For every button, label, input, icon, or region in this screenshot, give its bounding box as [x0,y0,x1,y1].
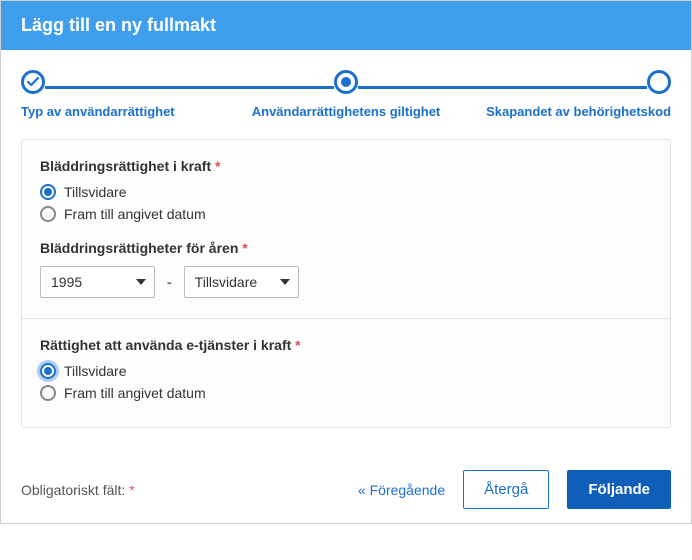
mandatory-field-note: Obligatoriskt fält: * [21,482,358,498]
section-title: Rättighet att använda e-tjänster i kraft… [40,337,652,353]
dialog-header: Lägg till en ny fullmakt [1,1,691,50]
radio-label: Fram till angivet datum [64,206,206,222]
mandatory-label-text: Obligatoriskt fält: [21,482,125,498]
previous-link[interactable]: « Föregående [358,482,445,498]
dialog-title: Lägg till en ny fullmakt [21,15,216,35]
step-3 [647,70,671,94]
year-range-row: 1995 - Tillsvidare [40,266,652,298]
radio-icon [40,385,56,401]
select-value: Tillsvidare [195,274,258,290]
footer-actions: « Föregående Återgå Följande [358,470,671,509]
step-2-label: Användarrättighetens giltighet [238,104,455,119]
stepper-connector [358,86,647,89]
radio-option-until-date[interactable]: Fram till angivet datum [40,385,652,401]
step-3-label: Skapandet av behörighetskod [454,104,671,119]
radio-icon [40,184,56,200]
from-year-select[interactable]: 1995 [40,266,155,298]
radio-label: Fram till angivet datum [64,385,206,401]
chevrons-left-icon: « [358,482,366,498]
step-current-icon [334,70,358,94]
section-title-text: Bläddringsrättighet i kraft [40,158,211,174]
required-mark: * [242,240,247,256]
radio-option-until-further[interactable]: Tillsvidare [40,363,652,379]
required-mark: * [215,158,220,174]
required-mark: * [295,337,300,353]
dialog: Lägg till en ny fullmakt Typ av användar… [0,0,692,524]
step-1 [21,70,45,94]
to-year-select[interactable]: Tillsvidare [184,266,299,298]
caret-down-icon [136,279,146,285]
section-title: Bläddringsrättighet i kraft * [40,158,652,174]
step-upcoming-icon [647,70,671,94]
radio-icon [40,363,56,379]
step-completed-icon [21,70,45,94]
section-eservices-validity: Rättighet att använda e-tjänster i kraft… [22,318,670,427]
dialog-footer: Obligatoriskt fält: * « Föregående Återg… [1,456,691,523]
radio-option-until-date[interactable]: Fram till angivet datum [40,206,652,222]
cancel-button[interactable]: Återgå [463,470,549,509]
cancel-button-label: Återgå [484,481,528,498]
range-separator: - [167,274,172,290]
stepper: Typ av användarrättighet Användarrättigh… [1,50,691,129]
next-button-label: Följande [588,481,650,498]
step-2 [334,70,358,94]
radio-label: Tillsvidare [64,363,127,379]
section-title-text: Bläddringsrättigheter för åren [40,240,238,256]
select-value: 1995 [51,274,82,290]
previous-link-label: Föregående [370,482,446,498]
stepper-connector [45,86,334,89]
radio-option-until-further[interactable]: Tillsvidare [40,184,652,200]
section-title-text: Rättighet att använda e-tjänster i kraft [40,337,291,353]
radio-label: Tillsvidare [64,184,127,200]
required-mark: * [129,482,134,498]
caret-down-icon [280,279,290,285]
radio-icon [40,206,56,222]
next-button[interactable]: Följande [567,470,671,509]
section-title: Bläddringsrättigheter för åren * [40,240,652,256]
form-panel: Bläddringsrättighet i kraft * Tillsvidar… [21,139,671,428]
section-browse-validity: Bläddringsrättighet i kraft * Tillsvidar… [22,140,670,318]
step-1-label: Typ av användarrättighet [21,104,238,119]
